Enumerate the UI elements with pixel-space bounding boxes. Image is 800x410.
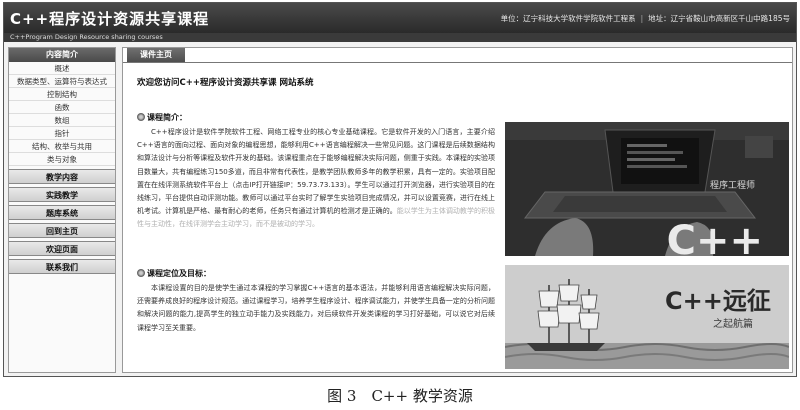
sidebar-item-classes[interactable]: 类与对象 — [9, 153, 115, 166]
sidebar: 内容简介 概述 数据类型、运算符与表达式 控制结构 函数 数组 指针 结构、枚举… — [8, 47, 116, 373]
site-header: C++程序设计资源共享课程 单位：辽宁科技大学软件学院软件工程系 | 地址：辽宁省鞍… — [4, 3, 796, 33]
intro-text: C++程序设计是软件学院软件工程、网络工程专业的核心专业基础课程。它是软件开发的… — [137, 128, 495, 216]
sidebar-item-data-types[interactable]: 数据类型、运算符与表达式 — [9, 75, 115, 88]
sidebar-item-home[interactable]: 回到主页 — [9, 223, 115, 238]
sidebar-item-control-structures[interactable]: 控制结构 — [9, 88, 115, 101]
sidebar-item-arrays[interactable]: 数组 — [9, 114, 115, 127]
sidebar-item-question-bank[interactable]: 题库系统 — [9, 205, 115, 220]
header-info: 单位：辽宁科技大学软件学院软件工程系 | 地址：辽宁省鞍山市高新区千山中路185号 — [501, 13, 790, 24]
intro-title-text: 课程简介： — [147, 113, 187, 122]
site-title: C++程序设计资源共享课程 — [10, 10, 210, 28]
goal-title: 课程定位及目标： — [137, 268, 211, 279]
bullet-icon — [137, 113, 145, 121]
image2-title: C++远征 — [665, 287, 771, 315]
cpp-expedition-image: C++远征 之起航篇 — [505, 265, 789, 369]
sidebar-item-welcome[interactable]: 欢迎页面 — [9, 241, 115, 256]
goal-title-text: 课程定位及目标： — [147, 269, 211, 278]
site-subtitle: C++Program Design Resource sharing cours… — [4, 33, 796, 42]
bullet-icon — [137, 269, 145, 277]
sidebar-item-structs[interactable]: 结构、枚举与共用 — [9, 140, 115, 153]
main-content: 课件主页 欢迎您访问C++程序设计资源共享课 网站系统 课程简介： C++程序设… — [122, 47, 793, 373]
sidebar-sub-list: 概述 数据类型、运算符与表达式 控制结构 函数 数组 指针 结构、枚举与共用 类… — [9, 62, 115, 166]
image2-subtitle: 之起航篇 — [713, 317, 753, 330]
sidebar-heading: 内容简介 — [9, 48, 115, 62]
sidebar-item-overview[interactable]: 概述 — [9, 62, 115, 75]
browser-frame: C++程序设计资源共享课程 单位：辽宁科技大学软件学院软件工程系 | 地址：辽宁省鞍… — [3, 2, 797, 377]
header-address: 地址：辽宁省鞍山市高新区千山中路185号 — [648, 14, 790, 23]
goal-paragraph: 本课程设置的目的是使学生通过本课程的学习掌握C++语言的基本语法，并能够利用语言… — [137, 284, 495, 332]
intro-title: 课程简介： — [137, 112, 187, 123]
sidebar-item-pointers[interactable]: 指针 — [9, 127, 115, 140]
tab-courseware-home[interactable]: 课件主页 — [127, 48, 185, 62]
sidebar-item-teaching-content[interactable]: 教学内容 — [9, 169, 115, 184]
welcome-heading: 欢迎您访问C++程序设计资源共享课 网站系统 — [137, 78, 314, 88]
figure-caption: 图 3 C++ 教学资源 — [327, 387, 473, 405]
sidebar-item-contact[interactable]: 联系我们 — [9, 259, 115, 274]
laptop-illustration: C++ 程序工程师 — [505, 122, 789, 256]
tab-divider — [123, 62, 792, 63]
header-unit: 单位：辽宁科技大学软件学院软件工程系 — [500, 14, 636, 23]
image1-subtitle: 程序工程师 — [710, 179, 755, 191]
sidebar-item-functions[interactable]: 函数 — [9, 101, 115, 114]
cpp-laptop-image: C++ 程序工程师 — [505, 122, 789, 256]
sidebar-item-practice[interactable]: 实践教学 — [9, 187, 115, 202]
image1-title: C++ — [667, 218, 763, 256]
intro-faded-text: 能以学生为主体 — [396, 207, 446, 216]
header-separator: | — [640, 14, 644, 23]
ship-illustration: C++远征 之起航篇 — [505, 265, 789, 369]
intro-paragraph: C++程序设计是软件学院软件工程、网络工程专业的核心专业基础课程。它是软件开发的… — [137, 126, 495, 232]
